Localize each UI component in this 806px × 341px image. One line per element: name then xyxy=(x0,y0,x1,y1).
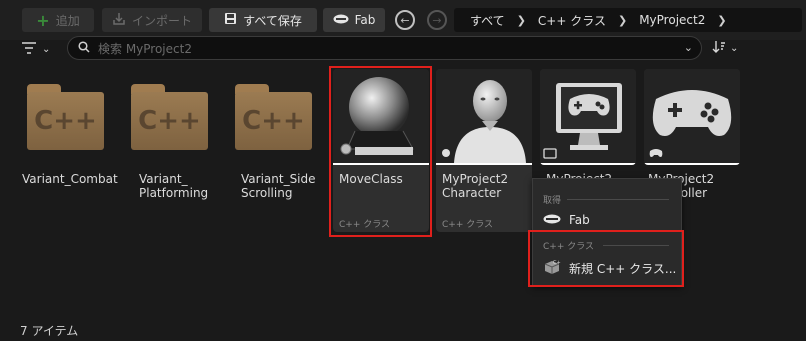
search-icon xyxy=(78,40,90,56)
breadcrumb: すべて ❯ C++ クラス ❯ MyProject2 ❯ xyxy=(454,8,802,32)
class-card-character[interactable]: MyProject2 Character C++ クラス xyxy=(436,69,532,232)
menu-item-fab[interactable]: Fab xyxy=(543,213,590,227)
save-icon xyxy=(224,12,237,28)
add-button[interactable]: + 追加 xyxy=(22,8,94,32)
menu-divider xyxy=(567,199,669,200)
highlight-box-new-cpp-class xyxy=(528,230,684,287)
card-type: C++ クラス xyxy=(442,220,494,230)
folder-label: Variant_Side Scrolling xyxy=(241,172,316,200)
breadcrumb-item-project[interactable]: MyProject2 xyxy=(639,13,705,27)
cpp-folder-icon: C++ xyxy=(27,92,104,150)
sort-button[interactable]: ⌄ xyxy=(712,38,746,58)
highlight-box-moveclass xyxy=(329,66,432,237)
breadcrumb-item-cpp[interactable]: C++ クラス xyxy=(538,12,606,29)
back-button[interactable]: ← xyxy=(395,10,415,30)
chevron-down-icon[interactable]: ⌄ xyxy=(684,41,693,54)
import-label: インポート xyxy=(131,13,192,28)
character-icon xyxy=(442,80,526,163)
breadcrumb-item-all[interactable]: すべて xyxy=(470,12,505,29)
back-arrow-icon: ← xyxy=(400,13,410,27)
folder-label: Variant_Combat xyxy=(22,172,118,186)
forward-button[interactable]: → xyxy=(427,10,447,30)
fab-icon xyxy=(543,213,561,227)
filter-button[interactable]: ⌄ xyxy=(22,40,58,58)
forward-arrow-icon: → xyxy=(432,13,442,27)
fab-button[interactable]: Fab xyxy=(323,8,385,32)
search-placeholder: 検索 MyProject2 xyxy=(98,41,192,56)
search-input[interactable]: 検索 MyProject2 ⌄ xyxy=(67,36,702,60)
menu-item-fab-label: Fab xyxy=(569,213,590,227)
card-thumbnail xyxy=(540,69,636,163)
folder-variant-side-scrolling[interactable]: C++ xyxy=(235,84,312,150)
card-name: MyProject2 Character xyxy=(442,172,509,200)
card-thumbnail xyxy=(644,69,740,163)
class-card-gamemode[interactable] xyxy=(540,69,636,165)
chevron-right-icon[interactable]: ❯ xyxy=(517,14,526,27)
fab-label: Fab xyxy=(354,13,376,27)
folder-variant-combat[interactable]: C++ xyxy=(27,84,104,150)
save-all-button[interactable]: すべて保存 xyxy=(209,8,317,32)
item-count: 7 アイテム xyxy=(20,324,79,338)
fab-icon xyxy=(333,13,349,27)
import-button[interactable]: インポート xyxy=(102,8,202,32)
card-color-strip xyxy=(436,163,532,165)
chevron-right-icon[interactable]: ❯ xyxy=(717,14,726,27)
gamepad-icon xyxy=(649,90,732,157)
folder-variant-platforming[interactable]: C++ xyxy=(131,84,208,150)
class-card-player-controller[interactable] xyxy=(644,69,740,165)
folder-label: Variant_ Platforming xyxy=(139,172,209,200)
menu-section-get: 取得 xyxy=(543,196,562,206)
filter-icon xyxy=(22,41,36,57)
chevron-right-icon[interactable]: ❯ xyxy=(618,14,627,27)
monitor-gamepad-icon xyxy=(543,83,622,159)
plus-icon: + xyxy=(36,10,50,30)
card-color-strip xyxy=(540,163,636,165)
chevron-down-icon: ⌄ xyxy=(42,43,51,55)
cpp-folder-icon: C++ xyxy=(131,92,208,150)
card-thumbnail xyxy=(436,69,532,163)
cpp-folder-icon: C++ xyxy=(235,92,312,150)
chevron-down-icon: ⌄ xyxy=(730,42,739,54)
sort-icon xyxy=(712,40,726,57)
card-color-strip xyxy=(644,163,740,165)
import-icon xyxy=(112,12,126,29)
add-label: 追加 xyxy=(55,13,80,28)
save-all-label: すべて保存 xyxy=(243,13,302,28)
toolbar: + 追加 インポート すべて保存 Fab ← → すべて ❯ C++ クラス ❯… xyxy=(0,0,806,40)
